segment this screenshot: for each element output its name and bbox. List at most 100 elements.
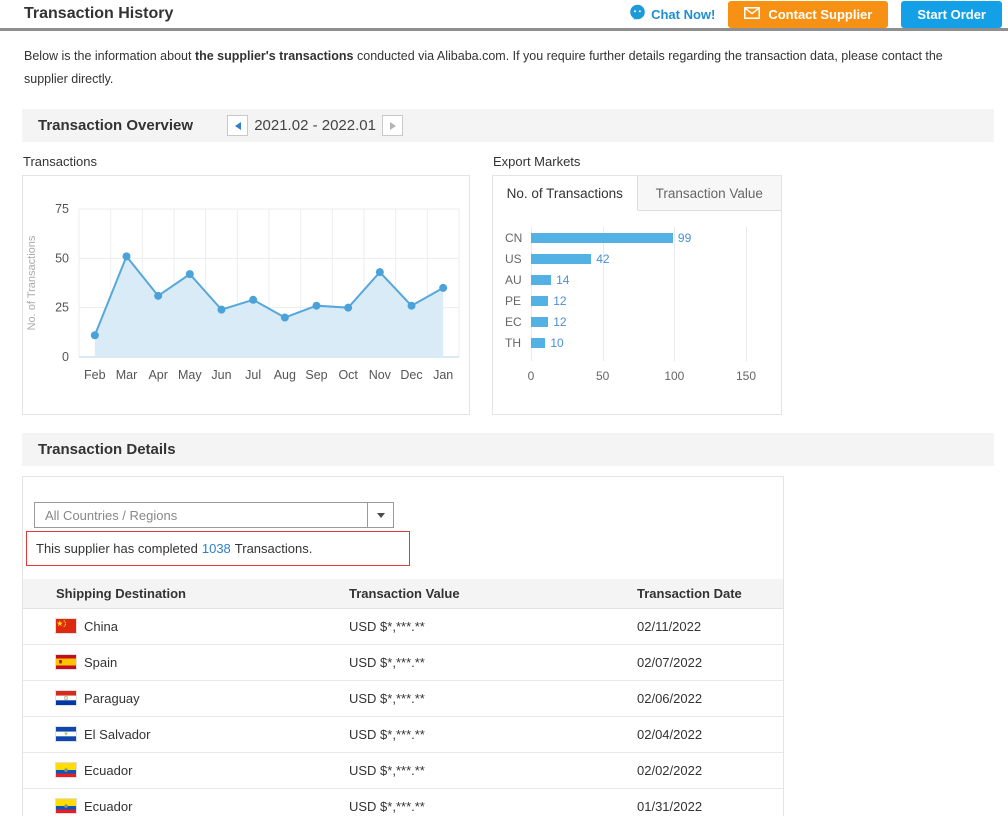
svg-text:Feb: Feb bbox=[84, 368, 106, 382]
country-name: Spain bbox=[84, 655, 117, 670]
svg-text:Jul: Jul bbox=[245, 368, 261, 382]
svg-text:50: 50 bbox=[55, 251, 69, 265]
chat-now-link[interactable]: Chat Now! bbox=[629, 4, 715, 24]
bar-row-pe: PE 12 bbox=[493, 290, 781, 311]
py-flag-icon bbox=[56, 691, 76, 705]
transactions-count-link[interactable]: 1038 bbox=[202, 541, 231, 556]
bar-row-cn: CN 99 bbox=[493, 227, 781, 248]
transaction-details-panel: All Countries / Regions This supplier ha… bbox=[22, 476, 784, 816]
bar-category-label: AU bbox=[505, 273, 531, 287]
bar-value-label: 42 bbox=[596, 252, 609, 266]
intro-text-pre: Below is the information about bbox=[24, 49, 195, 63]
transaction-value-cell: USD $*,***.** bbox=[349, 752, 637, 788]
bar-category-label: EC bbox=[505, 315, 531, 329]
bar-value-label: 10 bbox=[550, 336, 563, 350]
svg-text:Sep: Sep bbox=[305, 368, 327, 382]
transaction-date-cell: 01/31/2022 bbox=[637, 788, 783, 816]
transaction-value-cell: USD $*,***.** bbox=[349, 788, 637, 816]
col-transaction-date: Transaction Date bbox=[637, 579, 783, 608]
export-markets-panel: No. of Transactions Transaction Value CN… bbox=[492, 175, 782, 415]
svg-text:Oct: Oct bbox=[338, 368, 358, 382]
transaction-date-cell: 02/02/2022 bbox=[637, 752, 783, 788]
next-period-button[interactable] bbox=[382, 115, 403, 136]
shipping-destination-cell: Ecuador bbox=[23, 752, 349, 788]
svg-text:75: 75 bbox=[55, 202, 69, 216]
shipping-destination-cell: Paraguay bbox=[23, 680, 349, 716]
transaction-date-cell: 02/06/2022 bbox=[637, 680, 783, 716]
bar-pe bbox=[531, 296, 548, 306]
svg-text:Aug: Aug bbox=[274, 368, 296, 382]
country-filter-dropdown[interactable]: All Countries / Regions bbox=[34, 502, 394, 528]
transaction-details-bar: Transaction Details bbox=[22, 433, 994, 466]
start-order-label: Start Order bbox=[917, 7, 986, 22]
col-transaction-value: Transaction Value bbox=[349, 579, 637, 608]
es-flag-icon bbox=[56, 655, 76, 669]
notice-text-post: Transactions. bbox=[235, 541, 313, 556]
page-title: Transaction History bbox=[24, 5, 173, 23]
transaction-value-cell: USD $*,***.** bbox=[349, 680, 637, 716]
contact-supplier-button[interactable]: Contact Supplier bbox=[728, 1, 888, 28]
transaction-details-title: Transaction Details bbox=[38, 441, 176, 458]
bar-au bbox=[531, 275, 551, 285]
transaction-value-cell: USD $*,***.** bbox=[349, 644, 637, 680]
table-row: Ecuador USD $*,***.**01/31/2022 bbox=[23, 788, 783, 816]
table-row: SpainUSD $*,***.**02/07/2022 bbox=[23, 644, 783, 680]
shipping-destination-cell: Ecuador bbox=[23, 788, 349, 816]
bar-category-label: TH bbox=[505, 336, 531, 350]
bar-category-label: CN bbox=[505, 231, 531, 245]
col-shipping-destination: Shipping Destination bbox=[23, 579, 349, 608]
ec-flag-icon bbox=[56, 763, 76, 777]
chevron-down-icon bbox=[377, 513, 385, 518]
shipping-destination-cell: El Salvador bbox=[23, 716, 349, 752]
transactions-chart-label: Transactions bbox=[23, 154, 470, 169]
bar-chart-x-axis: 050100150 bbox=[493, 369, 781, 385]
transactions-line-chart: 0255075FebMarAprMayJunJulAugSepOctNovDec… bbox=[22, 175, 470, 415]
svg-text:Nov: Nov bbox=[369, 368, 392, 382]
svg-text:Dec: Dec bbox=[400, 368, 422, 382]
start-order-button[interactable]: Start Order bbox=[901, 1, 1002, 28]
bar-row-ec: EC 12 bbox=[493, 311, 781, 332]
prev-arrow-icon bbox=[235, 122, 241, 130]
bar-x-tick: 50 bbox=[596, 369, 609, 383]
country-name: Paraguay bbox=[84, 691, 140, 706]
transaction-overview-bar: Transaction Overview 2021.02 - 2022.01 bbox=[22, 109, 994, 142]
bar-x-tick: 150 bbox=[736, 369, 756, 383]
date-range-navigator: 2021.02 - 2022.01 bbox=[227, 115, 403, 136]
transaction-overview-title: Transaction Overview bbox=[38, 117, 193, 134]
country-name: El Salvador bbox=[84, 727, 150, 742]
tab-no-of-transactions[interactable]: No. of Transactions bbox=[493, 176, 638, 211]
top-header: Transaction History Chat Now! Contact Su… bbox=[0, 0, 1008, 31]
bar-value-label: 12 bbox=[553, 294, 566, 308]
date-range-label: 2021.02 - 2022.01 bbox=[248, 117, 382, 134]
svg-text:0: 0 bbox=[62, 350, 69, 364]
ec-flag-icon bbox=[56, 799, 76, 813]
prev-period-button[interactable] bbox=[227, 115, 248, 136]
export-markets-bar-chart: CN99US42AU14PE12EC12TH10 bbox=[493, 227, 781, 361]
export-markets-label: Export Markets bbox=[493, 154, 782, 169]
export-markets-tabs: No. of Transactions Transaction Value bbox=[493, 176, 781, 211]
table-row: EcuadorUSD $*,***.**02/02/2022 bbox=[23, 752, 783, 788]
country-name: Ecuador bbox=[84, 799, 132, 814]
transaction-date-cell: 02/11/2022 bbox=[637, 608, 783, 644]
bar-category-label: PE bbox=[505, 294, 531, 308]
country-name: China bbox=[84, 619, 118, 634]
svg-text:No. of Transactions: No. of Transactions bbox=[26, 235, 38, 330]
bar-value-label: 14 bbox=[556, 273, 569, 287]
table-row: Paraguay USD $*,***.**02/06/2022 bbox=[23, 680, 783, 716]
cn-flag-icon bbox=[56, 619, 76, 633]
svg-text:May: May bbox=[178, 368, 202, 382]
bar-value-label: 99 bbox=[678, 231, 691, 245]
bar-us bbox=[531, 254, 591, 264]
shipping-destination-cell: Spain bbox=[23, 644, 349, 680]
country-filter-value: All Countries / Regions bbox=[35, 503, 367, 527]
bar-value-label: 12 bbox=[553, 315, 566, 329]
transactions-chart-column: Transactions 0255075FebMarAprMayJunJulAu… bbox=[22, 142, 470, 415]
transactions-table: Shipping Destination Transaction Value T… bbox=[23, 579, 783, 816]
dropdown-arrow-button[interactable] bbox=[367, 503, 393, 527]
overview-charts-row: Transactions 0255075FebMarAprMayJunJulAu… bbox=[22, 142, 1008, 415]
bar-x-tick: 0 bbox=[528, 369, 535, 383]
table-row: ChinaUSD $*,***.**02/11/2022 bbox=[23, 608, 783, 644]
intro-paragraph: Below is the information about the suppl… bbox=[0, 31, 995, 91]
tab-transaction-value[interactable]: Transaction Value bbox=[638, 176, 782, 211]
shipping-destination-cell: China bbox=[23, 608, 349, 644]
